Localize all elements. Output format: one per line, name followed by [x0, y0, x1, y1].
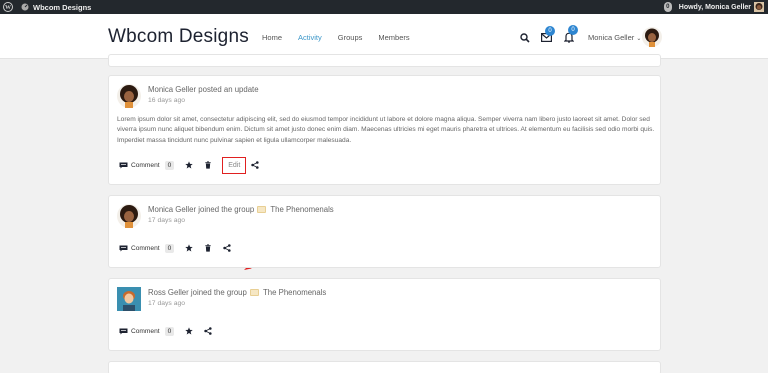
- comment-button[interactable]: Comment 0: [119, 326, 175, 336]
- admin-site-name[interactable]: Wbcom Designs: [33, 3, 91, 12]
- delete-trash-icon[interactable]: [204, 161, 212, 169]
- activity-item: Ross Geller joined the group The Phenome…: [108, 278, 661, 351]
- group-avatar-icon: [257, 206, 267, 213]
- user-name: Monica Geller: [588, 33, 635, 42]
- activity-actions: Comment 0: [119, 324, 212, 338]
- dashboard-icon[interactable]: [21, 3, 29, 11]
- activity-action: joined the group: [190, 288, 247, 297]
- comment-button[interactable]: Comment 0: [119, 243, 175, 253]
- chevron-down-icon: ⌄: [636, 36, 642, 42]
- nav-activity[interactable]: Activity: [298, 33, 322, 42]
- site-logo[interactable]: Wbcom Designs: [108, 26, 249, 48]
- notifications-badge: 0: [568, 25, 578, 35]
- svg-text:W: W: [5, 5, 11, 11]
- admin-bar: W Wbcom Designs 0 Howdy, Monica Geller: [0, 0, 768, 14]
- comment-count: 0: [164, 160, 175, 170]
- activity-author[interactable]: Ross Geller: [148, 288, 189, 297]
- group-avatar-icon: [250, 289, 260, 296]
- comment-icon: [119, 328, 128, 334]
- admin-avatar[interactable]: [754, 2, 764, 12]
- delete-trash-icon[interactable]: [204, 244, 212, 252]
- activity-group-link[interactable]: The Phenomenals: [270, 205, 333, 214]
- activity-author[interactable]: Monica Geller: [148, 85, 196, 94]
- nav-home[interactable]: Home: [262, 33, 282, 42]
- favorite-star-icon[interactable]: [185, 161, 193, 169]
- share-icon[interactable]: [223, 244, 231, 252]
- nav-groups[interactable]: Groups: [338, 33, 363, 42]
- comment-icon: [119, 162, 128, 168]
- comment-button[interactable]: Comment 0: [119, 160, 175, 170]
- wordpress-icon[interactable]: W: [3, 2, 13, 12]
- main-nav: Home Activity Groups Members: [262, 33, 426, 42]
- activity-item-partial: [108, 361, 661, 373]
- activity-time[interactable]: 16 days ago: [148, 97, 185, 104]
- activity-action: joined the group: [198, 205, 255, 214]
- share-icon[interactable]: [204, 327, 212, 335]
- share-icon[interactable]: [251, 161, 259, 169]
- site-header: Wbcom Designs Home Activity Groups Membe…: [0, 14, 768, 59]
- favorite-star-icon[interactable]: [185, 327, 193, 335]
- activity-time[interactable]: 17 days ago: [148, 300, 185, 307]
- activity-actions: Comment 0: [119, 241, 231, 255]
- admin-notification-count: 0: [666, 4, 670, 10]
- comment-label: Comment: [131, 327, 160, 335]
- edit-button[interactable]: Edit: [222, 156, 247, 174]
- favorite-star-icon[interactable]: [185, 244, 193, 252]
- messages-badge: 0: [545, 26, 555, 36]
- activity-content: Lorem ipsum dolor sit amet, consectetur …: [117, 116, 655, 144]
- admin-notification-icon[interactable]: 0: [663, 2, 672, 12]
- comment-label: Comment: [131, 161, 160, 169]
- activity-author[interactable]: Monica Geller: [148, 205, 196, 214]
- search-icon[interactable]: [520, 33, 530, 43]
- user-menu[interactable]: Monica Geller ⌄: [588, 33, 641, 42]
- avatar[interactable]: [117, 204, 141, 228]
- activity-item-partial: [108, 54, 661, 67]
- activity-group-link[interactable]: The Phenomenals: [263, 288, 326, 297]
- comment-label: Comment: [131, 244, 160, 252]
- activity-item: Monica Geller posted an update 16 days a…: [108, 75, 661, 185]
- activity-time[interactable]: 17 days ago: [148, 217, 185, 224]
- avatar[interactable]: [117, 287, 141, 311]
- user-avatar[interactable]: [642, 27, 662, 47]
- nav-members[interactable]: Members: [378, 33, 409, 42]
- comment-count: 0: [164, 326, 175, 336]
- activity-item: Monica Geller joined the group The Pheno…: [108, 195, 661, 268]
- avatar[interactable]: [117, 84, 141, 108]
- comment-count: 0: [164, 243, 175, 253]
- admin-howdy[interactable]: Howdy, Monica Geller: [679, 4, 751, 11]
- activity-action: posted an update: [198, 85, 259, 94]
- activity-actions: Comment 0 Edit: [119, 156, 259, 174]
- comment-icon: [119, 245, 128, 251]
